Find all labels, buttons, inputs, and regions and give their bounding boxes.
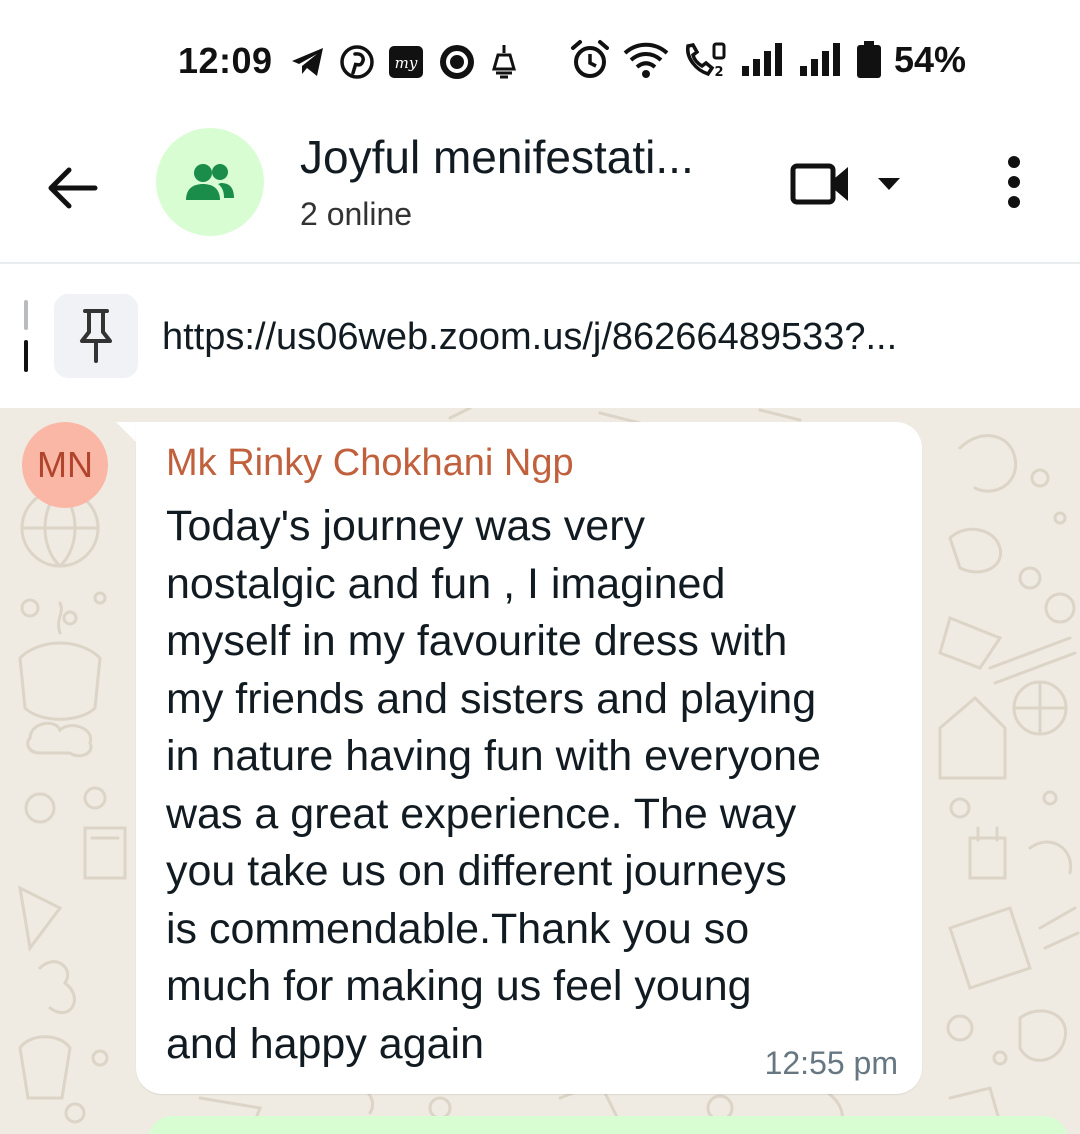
group-icon (186, 164, 234, 200)
message-bubble[interactable]: Mk Rinky Chokhani Ngp Today's journey wa… (136, 422, 922, 1094)
chat-messages-area[interactable]: MN Mk Rinky Chokhani Ngp Today's journey… (0, 408, 1080, 1134)
pin-icon (80, 309, 112, 363)
message-timestamp: 12:55 pm (764, 1045, 898, 1081)
back-button[interactable] (40, 156, 104, 220)
wifi-call-icon: 2 (682, 40, 728, 80)
telegram-icon (290, 45, 326, 79)
wifi-icon (622, 41, 670, 79)
pinterest-icon (340, 45, 374, 79)
battery-percentage: 54% (894, 39, 967, 80)
notification-icons: my (290, 40, 518, 84)
signal-sim2-icon (798, 42, 844, 78)
pinned-message-bar[interactable]: https://us06web.zoom.us/j/86266489533?..… (0, 264, 1080, 408)
pinned-message-text[interactable]: https://us06web.zoom.us/j/86266489533?..… (162, 316, 897, 359)
outgoing-message-bubble-partial[interactable] (148, 1116, 1068, 1134)
system-icons: 2 54% (570, 38, 966, 82)
sender-name[interactable]: Mk Rinky Chokhani Ngp (166, 442, 574, 485)
lamp-icon (490, 43, 518, 81)
circle-app-icon (438, 43, 476, 81)
status-time: 12:09 (178, 40, 273, 81)
arrow-left-icon (48, 167, 98, 209)
chat-header: Joyful menifestati... 2 online (0, 120, 1080, 262)
online-status: 2 online (300, 196, 413, 232)
status-bar: 12:09 my 2 54% (0, 0, 1080, 120)
svg-text:2: 2 (714, 65, 723, 80)
video-call-button[interactable] (790, 154, 920, 214)
bubble-tail (116, 422, 138, 444)
sender-avatar[interactable]: MN (22, 422, 108, 508)
signal-sim1-icon (740, 42, 786, 78)
chevron-down-icon (878, 178, 900, 190)
message-text: Today's journey was very nostalgic and f… (166, 502, 821, 1068)
chat-title[interactable]: Joyful menifestati... (300, 130, 694, 184)
mygov-icon: my (388, 45, 424, 79)
battery-icon (856, 41, 882, 79)
svg-text:my: my (395, 54, 418, 72)
pin-position-indicator (24, 300, 30, 372)
video-camera-icon (790, 163, 848, 205)
alarm-icon (570, 39, 610, 81)
group-avatar[interactable] (156, 128, 264, 236)
more-vertical-icon (1008, 156, 1020, 208)
pin-icon-box (54, 294, 138, 378)
more-options-button[interactable] (990, 150, 1038, 214)
